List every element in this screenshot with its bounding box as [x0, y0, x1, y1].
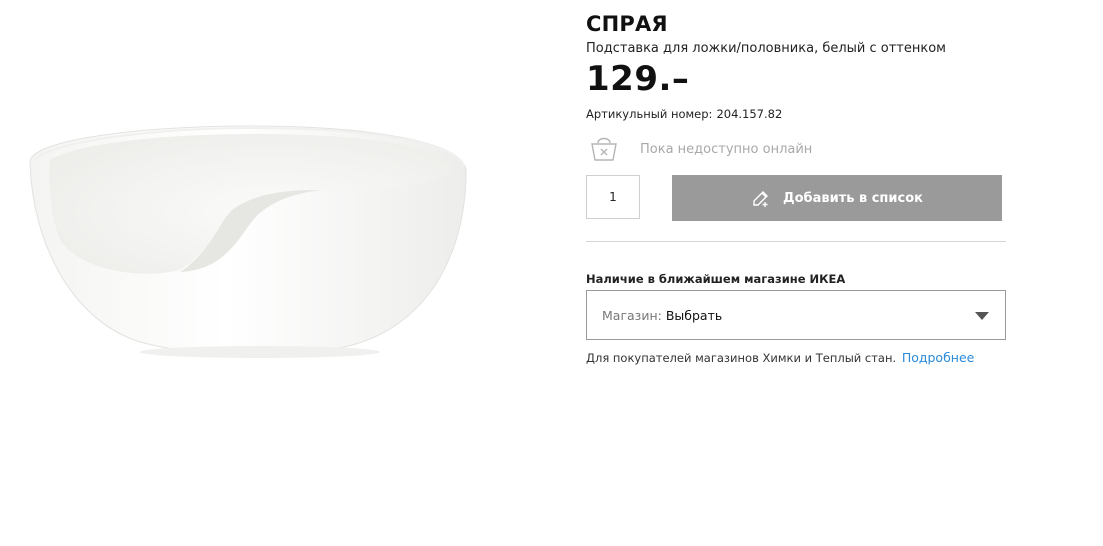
article-label: Артикульный номер: — [586, 107, 713, 121]
product-description: Подставка для ложки/половника, белый с о… — [586, 41, 946, 56]
quantity-input[interactable] — [586, 175, 640, 219]
product-price: 129.– — [586, 59, 690, 99]
add-to-list-button[interactable]: Добавить в список — [672, 175, 1002, 221]
store-note: Для покупателей магазинов Химки и Теплый… — [586, 350, 974, 365]
online-availability: Пока недоступно онлайн — [586, 132, 1006, 166]
pencil-icon — [753, 191, 768, 207]
divider — [586, 241, 1006, 242]
store-select[interactable]: Магазин: Выбрать — [586, 290, 1006, 340]
store-select-text: Магазин: Выбрать — [602, 308, 722, 323]
store-note-text: Для покупателей магазинов Химки и Теплый… — [586, 351, 897, 365]
store-select-value: Выбрать — [665, 308, 723, 323]
store-select-label: Магазин: — [602, 308, 662, 323]
chevron-down-icon — [975, 312, 989, 320]
product-page: СПРАЯ Подставка для ложки/половника, бел… — [0, 0, 1103, 546]
basket-icon — [591, 137, 617, 161]
article-number: Артикульный номер: 204.157.82 — [586, 107, 782, 121]
more-info-link[interactable]: Подробнее — [902, 350, 975, 365]
article-value: 204.157.82 — [716, 107, 783, 121]
add-to-list-label: Добавить в список — [783, 190, 923, 206]
product-image — [29, 125, 467, 358]
product-name: СПРАЯ — [586, 12, 668, 36]
store-availability-heading: Наличие в ближайшем магазине ИКЕА — [586, 272, 846, 286]
online-status-text: Пока недоступно онлайн — [640, 142, 813, 157]
